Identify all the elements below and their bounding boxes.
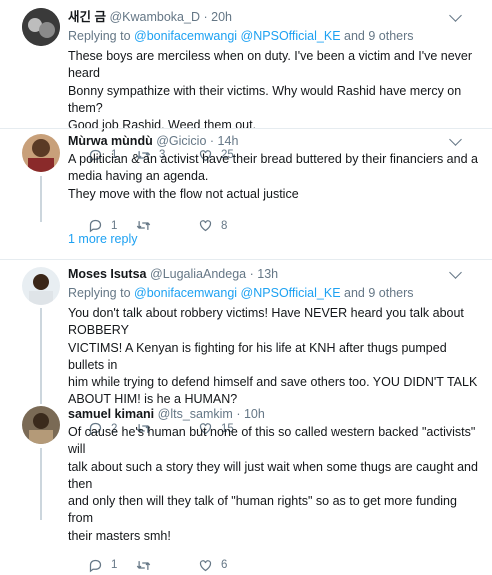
separator: · <box>203 10 208 24</box>
more-replies-link[interactable]: 1 more reply <box>68 232 137 246</box>
tweet-line: and only then will they talk of "human r… <box>68 494 457 526</box>
avatar[interactable] <box>22 8 60 46</box>
separator: · <box>249 267 254 281</box>
tweet-text: You don't talk about robbery victims! Ha… <box>68 305 478 409</box>
reply-button[interactable]: 1 <box>88 555 117 575</box>
like-count: 6 <box>221 559 228 572</box>
tweet-4[interactable]: samuel kimani @lts_samkim · 10h Of cause… <box>0 400 492 572</box>
reply-count: 1 <box>111 219 118 232</box>
timestamp[interactable]: 10h <box>244 407 265 421</box>
tweet-header: samuel kimani @lts_samkim · 10h <box>68 406 478 422</box>
retweet-button[interactable] <box>136 216 159 236</box>
like-button[interactable]: 8 <box>198 216 227 236</box>
tweet-line: their masters smh! <box>68 528 171 543</box>
tweet-line: They move with the flow not actual justi… <box>68 186 299 201</box>
retweet-button[interactable] <box>136 555 159 575</box>
mention-link[interactable]: @bonifacemwangi <box>134 29 237 43</box>
tweet-line: Of cause he's human but none of this so … <box>68 425 476 457</box>
timestamp[interactable]: 20h <box>211 10 232 24</box>
reply-count: 1 <box>111 559 118 572</box>
separator: · <box>236 407 241 421</box>
timestamp[interactable]: 13h <box>257 267 278 281</box>
others-label: and 9 others <box>344 29 414 43</box>
avatar[interactable] <box>22 134 60 172</box>
display-name[interactable]: Moses Isutsa <box>68 267 147 281</box>
tweet-actions: 1 6 <box>68 555 478 575</box>
tweet-line: VICTIMS! A Kenyan is fighting for his li… <box>68 340 447 372</box>
like-icon <box>199 220 212 232</box>
handle[interactable]: @Kwamboka_D <box>109 10 200 24</box>
avatar[interactable] <box>22 267 60 305</box>
replying-to-label: Replying to <box>68 29 131 43</box>
display-name[interactable]: 새긴 금 <box>68 10 106 24</box>
retweet-icon <box>136 221 151 231</box>
tweet-header: Moses Isutsa @LugaliaAndega · 13h <box>68 266 478 282</box>
mention-link[interactable]: @NPSOfficial_KE <box>241 29 341 43</box>
mention-link[interactable]: @NPSOfficial_KE <box>241 286 341 300</box>
others-label: and 9 others <box>344 286 414 300</box>
like-count: 8 <box>221 219 228 232</box>
tweet-header: Mùrwa mùndù @Gicicio · 14h <box>68 133 478 149</box>
reply-icon <box>89 559 102 572</box>
separator: · <box>209 134 215 148</box>
replying-to: Replying to @bonifacemwangi @NPSOfficial… <box>68 285 478 301</box>
display-name[interactable]: samuel kimani <box>68 407 154 421</box>
tweet-line: Bonny sympathize with their victims. Why… <box>68 83 462 115</box>
avatar[interactable] <box>22 406 60 444</box>
tweet-header: 새긴 금 @Kwamboka_D · 20h <box>68 9 478 25</box>
replying-to: Replying to @bonifacemwangi @NPSOfficial… <box>68 28 478 44</box>
tweet-line: A politician & an activist have their br… <box>68 152 478 166</box>
tweet-line: media having an agenda. <box>68 169 209 184</box>
display-name[interactable]: Mùrwa mùndù <box>68 134 153 148</box>
timestamp[interactable]: 14h <box>218 134 239 148</box>
tweet-2[interactable]: Mùrwa mùndù @Gicicio · 14h A politician … <box>0 129 492 259</box>
tweet-text: A politician & an activist have their br… <box>68 151 478 203</box>
tweet-line: These boys are merciless when on duty. I… <box>68 49 473 81</box>
tweet-line: talk about such a story they will just w… <box>68 459 478 491</box>
mention-link[interactable]: @bonifacemwangi <box>134 286 237 300</box>
like-icon <box>199 559 212 571</box>
like-button[interactable]: 6 <box>198 555 227 575</box>
tweet-text: Of cause he's human but none of this so … <box>68 424 478 545</box>
tweet-text: These boys are merciless when on duty. I… <box>68 48 478 134</box>
handle[interactable]: @Gicicio <box>156 134 206 148</box>
tweet-3[interactable]: Moses Isutsa @LugaliaAndega · 13h Replyi… <box>0 260 492 436</box>
tweet-line: him while trying to defend himself and s… <box>68 375 478 390</box>
retweet-icon <box>136 560 151 570</box>
tweet-1[interactable]: 새긴 금 @Kwamboka_D · 20h Replying to @boni… <box>0 0 492 163</box>
handle[interactable]: @LugaliaAndega <box>150 267 246 281</box>
tweet-line: You don't talk about robbery victims! Ha… <box>68 306 464 338</box>
replying-to-label: Replying to <box>68 286 131 300</box>
handle[interactable]: @lts_samkim <box>158 407 233 421</box>
